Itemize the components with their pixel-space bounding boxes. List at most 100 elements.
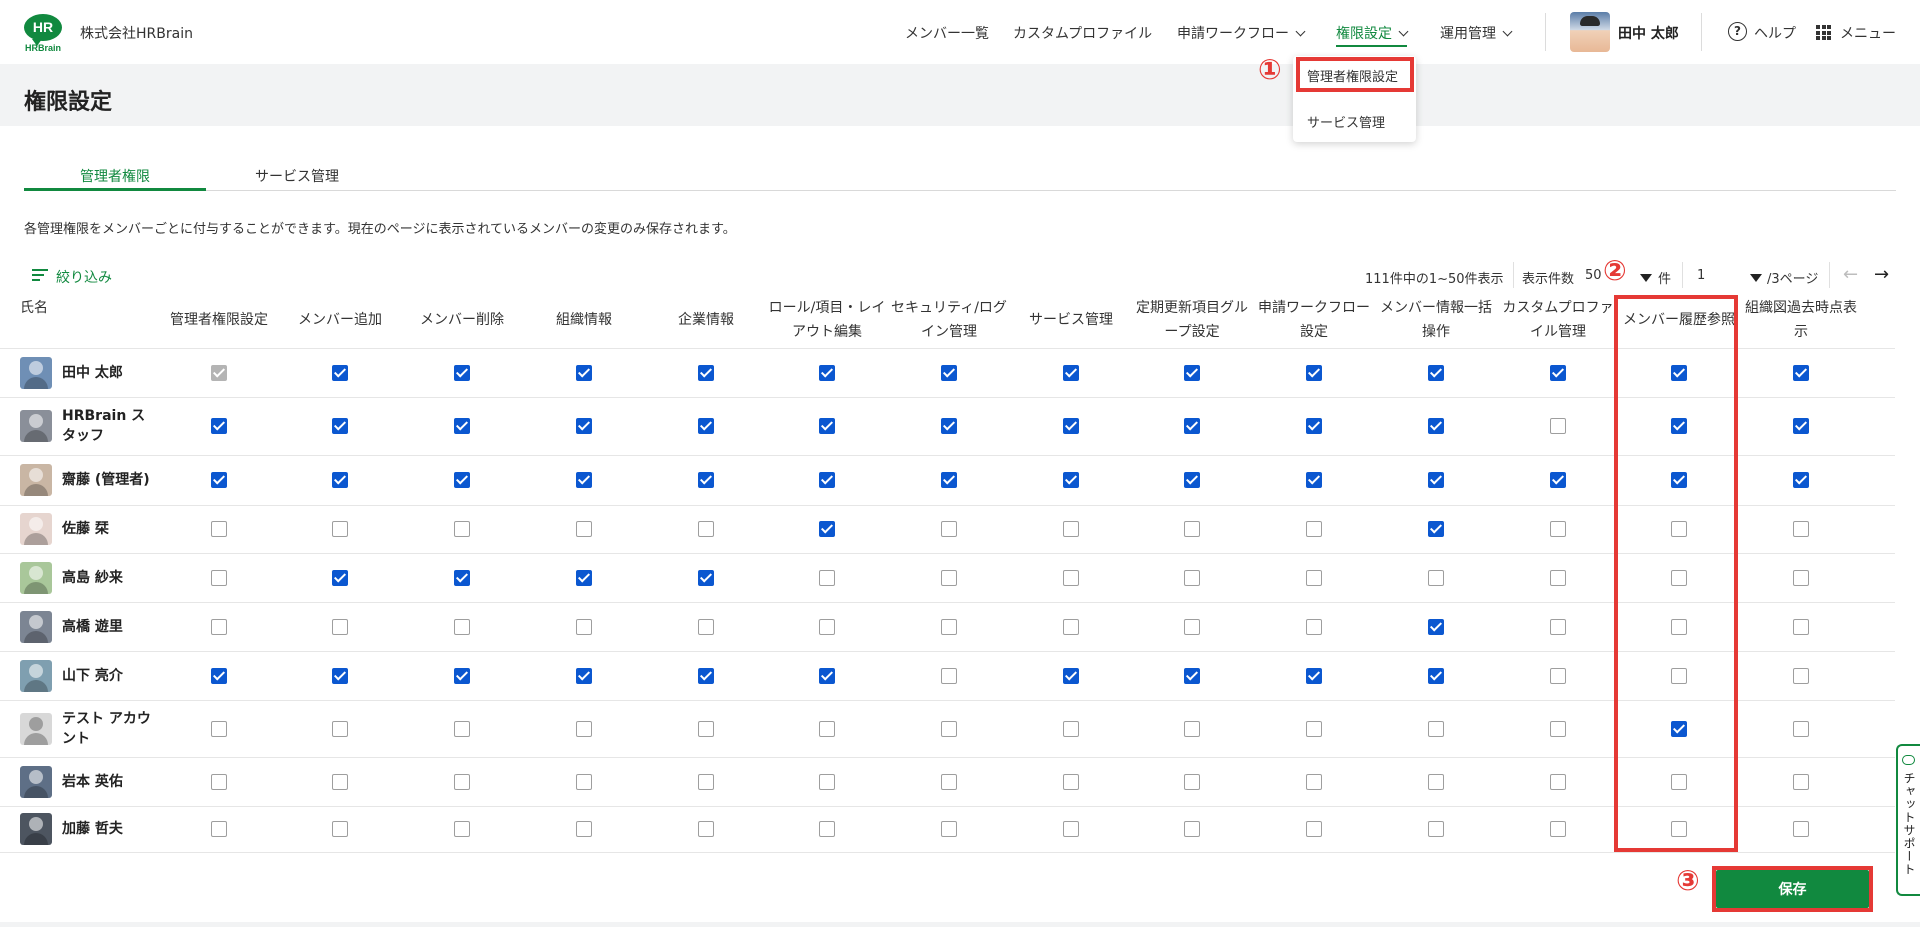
permission-checkbox[interactable] <box>941 821 957 837</box>
permission-checkbox[interactable] <box>454 720 470 737</box>
permission-checkbox[interactable] <box>941 773 957 790</box>
permission-checkbox[interactable] <box>941 521 957 537</box>
permission-checkbox[interactable] <box>819 418 835 434</box>
permission-checkbox[interactable] <box>1793 521 1809 537</box>
permission-checkbox[interactable] <box>576 618 592 635</box>
nav-permission-settings[interactable]: 権限設定 <box>1336 23 1409 47</box>
permission-checkbox[interactable] <box>211 618 227 635</box>
permission-checkbox[interactable] <box>1793 821 1809 837</box>
permission-checkbox[interactable] <box>1550 521 1566 537</box>
permission-checkbox[interactable] <box>1306 418 1322 434</box>
next-page-arrow-icon[interactable]: → <box>1874 264 1889 285</box>
permission-checkbox[interactable] <box>576 569 592 586</box>
permission-checkbox[interactable] <box>819 365 835 381</box>
permission-checkbox[interactable] <box>211 667 227 684</box>
permission-checkbox[interactable] <box>698 773 714 790</box>
permission-checkbox[interactable] <box>1793 569 1809 586</box>
dropdown-item-service-management[interactable]: サービス管理 <box>1307 112 1385 131</box>
permission-checkbox[interactable] <box>1550 720 1566 737</box>
permission-checkbox[interactable] <box>1306 521 1322 537</box>
permission-checkbox[interactable] <box>211 821 227 837</box>
permission-checkbox[interactable] <box>332 667 348 684</box>
permission-checkbox[interactable] <box>211 472 227 488</box>
permission-checkbox[interactable] <box>1184 773 1200 790</box>
permission-checkbox[interactable] <box>454 667 470 684</box>
permission-checkbox[interactable] <box>1306 821 1322 837</box>
permission-checkbox[interactable] <box>332 720 348 737</box>
permission-checkbox[interactable] <box>1063 521 1079 537</box>
permission-checkbox[interactable] <box>1184 821 1200 837</box>
permission-checkbox[interactable] <box>698 418 714 434</box>
permission-checkbox[interactable] <box>1063 569 1079 586</box>
nav-operations[interactable]: 運用管理 <box>1440 23 1513 43</box>
user-avatar[interactable] <box>1570 12 1610 52</box>
permission-checkbox[interactable] <box>1063 720 1079 737</box>
filter-icon[interactable] <box>32 269 48 281</box>
permission-checkbox[interactable] <box>1550 365 1566 381</box>
permission-checkbox[interactable] <box>332 569 348 586</box>
permission-checkbox[interactable] <box>941 569 957 586</box>
permission-checkbox[interactable] <box>819 472 835 488</box>
permission-checkbox[interactable] <box>1306 472 1322 488</box>
permission-checkbox[interactable] <box>576 418 592 434</box>
permission-checkbox[interactable] <box>1428 365 1444 381</box>
save-button[interactable]: 保存 <box>1716 870 1869 908</box>
permission-checkbox[interactable] <box>576 720 592 737</box>
permission-checkbox[interactable] <box>1428 720 1444 737</box>
permission-checkbox[interactable] <box>1306 773 1322 790</box>
hrbrain-logo[interactable]: HR HRBrain <box>22 14 64 54</box>
permission-checkbox[interactable] <box>454 472 470 488</box>
permission-checkbox[interactable] <box>1184 418 1200 434</box>
permission-checkbox[interactable] <box>454 521 470 537</box>
permission-checkbox[interactable] <box>819 618 835 635</box>
grid-menu-icon[interactable] <box>1816 25 1831 40</box>
permission-checkbox[interactable] <box>941 472 957 488</box>
permission-checkbox[interactable] <box>211 720 227 737</box>
permission-checkbox[interactable] <box>1428 667 1444 684</box>
permission-checkbox[interactable] <box>454 365 470 381</box>
nav-workflow[interactable]: 申請ワークフロー <box>1177 23 1306 43</box>
permission-checkbox[interactable] <box>1184 667 1200 684</box>
permission-checkbox[interactable] <box>332 418 348 434</box>
nav-custom-profile[interactable]: カスタムプロファイル <box>1013 23 1152 43</box>
permission-checkbox[interactable] <box>1428 773 1444 790</box>
permission-checkbox[interactable] <box>332 821 348 837</box>
permission-checkbox[interactable] <box>1184 365 1200 381</box>
permission-checkbox[interactable] <box>1184 569 1200 586</box>
permission-checkbox[interactable] <box>1428 472 1444 488</box>
permission-checkbox[interactable] <box>1793 667 1809 684</box>
page-select[interactable]: 1 <box>1697 268 1705 283</box>
per-page-select[interactable]: 50 <box>1585 268 1602 283</box>
permission-checkbox[interactable] <box>1184 521 1200 537</box>
prev-page-arrow-icon[interactable]: ← <box>1843 264 1858 285</box>
permission-checkbox[interactable] <box>332 521 348 537</box>
permission-checkbox[interactable] <box>1550 618 1566 635</box>
permission-checkbox[interactable] <box>332 773 348 790</box>
permission-checkbox[interactable] <box>1793 365 1809 381</box>
permission-checkbox[interactable] <box>211 521 227 537</box>
permission-checkbox[interactable] <box>454 618 470 635</box>
permission-checkbox[interactable] <box>698 569 714 586</box>
permission-checkbox[interactable] <box>1063 365 1079 381</box>
permission-checkbox[interactable] <box>1428 821 1444 837</box>
permission-checkbox[interactable] <box>1306 365 1322 381</box>
permission-checkbox[interactable] <box>819 569 835 586</box>
permission-checkbox[interactable] <box>698 720 714 737</box>
permission-checkbox[interactable] <box>1428 569 1444 586</box>
permission-checkbox[interactable] <box>332 618 348 635</box>
permission-checkbox[interactable] <box>941 365 957 381</box>
permission-checkbox[interactable] <box>1550 667 1566 684</box>
nav-member-list[interactable]: メンバー一覧 <box>905 23 989 43</box>
permission-checkbox[interactable] <box>1550 773 1566 790</box>
permission-checkbox[interactable] <box>454 418 470 434</box>
permission-checkbox[interactable] <box>211 418 227 434</box>
permission-checkbox[interactable] <box>332 472 348 488</box>
filter-button[interactable]: 絞り込み <box>56 267 112 287</box>
permission-checkbox[interactable] <box>454 773 470 790</box>
permission-checkbox[interactable] <box>1306 618 1322 635</box>
permission-checkbox[interactable] <box>1184 618 1200 635</box>
permission-checkbox[interactable] <box>1063 418 1079 434</box>
user-name[interactable]: 田中 太郎 <box>1618 23 1679 43</box>
permission-checkbox[interactable] <box>1306 569 1322 586</box>
permission-checkbox[interactable] <box>576 667 592 684</box>
